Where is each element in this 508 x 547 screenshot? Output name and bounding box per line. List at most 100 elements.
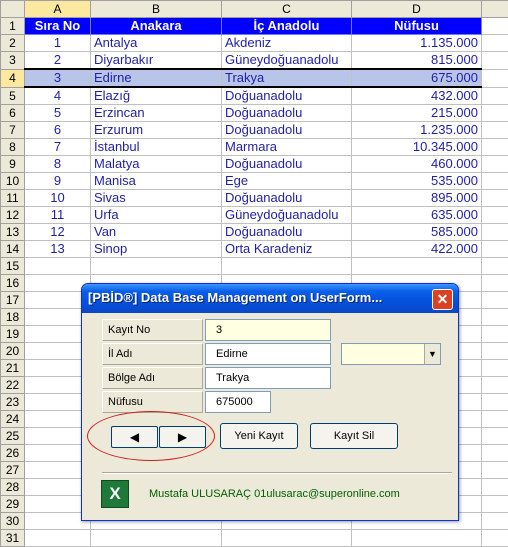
il-adi-field[interactable]: Edirne [205,343,331,365]
cell[interactable] [482,139,508,156]
cell[interactable] [352,258,482,275]
row-header[interactable]: 1 [1,18,25,35]
row-header[interactable]: 7 [1,122,25,139]
cell[interactable]: 1.235.000 [352,122,482,139]
row-header[interactable]: 18 [1,309,25,326]
cell[interactable] [482,190,508,207]
column-header[interactable] [482,1,508,18]
cell[interactable] [482,105,508,122]
cell[interactable] [482,377,508,394]
cell[interactable] [482,445,508,462]
row-header[interactable]: 26 [1,445,25,462]
header-cell[interactable]: Nüfusu [352,18,482,35]
cell[interactable]: 675.000 [352,69,482,87]
cell[interactable]: 460.000 [352,156,482,173]
row-header[interactable]: 29 [1,496,25,513]
cell[interactable] [482,411,508,428]
cell[interactable] [25,530,91,547]
delete-record-button[interactable]: Kayıt Sil [310,423,398,449]
cell[interactable] [482,394,508,411]
new-record-button[interactable]: Yeni Kayıt [220,423,298,449]
row-header[interactable]: 11 [1,190,25,207]
cell[interactable]: Antalya [91,35,222,52]
row-header[interactable]: 22 [1,377,25,394]
column-header[interactable]: A [25,1,91,18]
cell[interactable]: Urfa [91,207,222,224]
row-header[interactable]: 15 [1,258,25,275]
cell[interactable]: 9 [25,173,91,190]
header-cell[interactable]: İç Anadolu [222,18,352,35]
row-header[interactable]: 13 [1,224,25,241]
column-header[interactable]: B [91,1,222,18]
cell[interactable]: Doğuanadolu [222,87,352,105]
cell[interactable]: 5 [25,105,91,122]
cell[interactable]: 2 [25,52,91,70]
cell[interactable] [482,87,508,105]
cell[interactable] [222,530,352,547]
cell[interactable]: Doğuanadolu [222,105,352,122]
next-record-button[interactable]: ▶ [159,426,206,448]
cell[interactable]: Doğuanadolu [222,190,352,207]
cell[interactable]: 422.000 [352,241,482,258]
cell[interactable]: Güneydoğuanadolu [222,207,352,224]
cell[interactable] [482,462,508,479]
cell[interactable]: 1.135.000 [352,35,482,52]
cell[interactable]: 11 [25,207,91,224]
cell[interactable] [25,258,91,275]
cell[interactable] [482,513,508,530]
cell[interactable]: 635.000 [352,207,482,224]
row-header[interactable]: 21 [1,360,25,377]
cell[interactable] [482,241,508,258]
cell[interactable] [352,530,482,547]
cell[interactable] [482,173,508,190]
row-header[interactable]: 6 [1,105,25,122]
cell[interactable]: Manisa [91,173,222,190]
row-header[interactable]: 3 [1,52,25,70]
cell[interactable]: Akdeniz [222,35,352,52]
cell[interactable]: Elazığ [91,87,222,105]
header-cell[interactable]: Anakara [91,18,222,35]
cell[interactable]: Sinop [91,241,222,258]
cell[interactable]: Erzurum [91,122,222,139]
row-header[interactable]: 8 [1,139,25,156]
cell[interactable]: Doğuanadolu [222,224,352,241]
header-cell[interactable]: Sıra No [25,18,91,35]
cell[interactable] [482,258,508,275]
cell[interactable] [482,52,508,70]
cell[interactable]: 585.000 [352,224,482,241]
cell[interactable] [482,343,508,360]
cell[interactable]: İstanbul [91,139,222,156]
row-header[interactable]: 5 [1,87,25,105]
row-header[interactable]: 16 [1,275,25,292]
column-header[interactable]: D [352,1,482,18]
cell[interactable]: Ege [222,173,352,190]
cell[interactable]: 8 [25,156,91,173]
row-header[interactable]: 10 [1,173,25,190]
row-header[interactable]: 9 [1,156,25,173]
cell[interactable]: Erzincan [91,105,222,122]
cell[interactable]: 13 [25,241,91,258]
chevron-down-icon[interactable]: ▼ [424,344,440,364]
kayit-no-field[interactable]: 3 [205,319,331,341]
cell[interactable] [482,360,508,377]
cell[interactable] [222,258,352,275]
row-header[interactable]: 25 [1,428,25,445]
dialog-titlebar[interactable]: [PBİD®] Data Base Management on UserForm… [82,284,458,313]
cell[interactable]: Doğuanadolu [222,122,352,139]
cell[interactable] [482,207,508,224]
cell[interactable]: 3 [25,69,91,87]
cell[interactable] [91,258,222,275]
cell[interactable]: Doğuanadolu [222,156,352,173]
select-all-corner[interactable] [1,1,25,18]
cell[interactable]: 10.345.000 [352,139,482,156]
row-header[interactable]: 14 [1,241,25,258]
row-header[interactable]: 12 [1,207,25,224]
cell[interactable] [482,35,508,52]
nufusu-field[interactable]: 675000 [205,391,271,413]
cell[interactable]: Sivas [91,190,222,207]
row-header[interactable]: 24 [1,411,25,428]
cell[interactable] [482,18,508,35]
previous-record-button[interactable]: ◀ [111,426,158,448]
row-header[interactable]: 19 [1,326,25,343]
row-header[interactable]: 23 [1,394,25,411]
